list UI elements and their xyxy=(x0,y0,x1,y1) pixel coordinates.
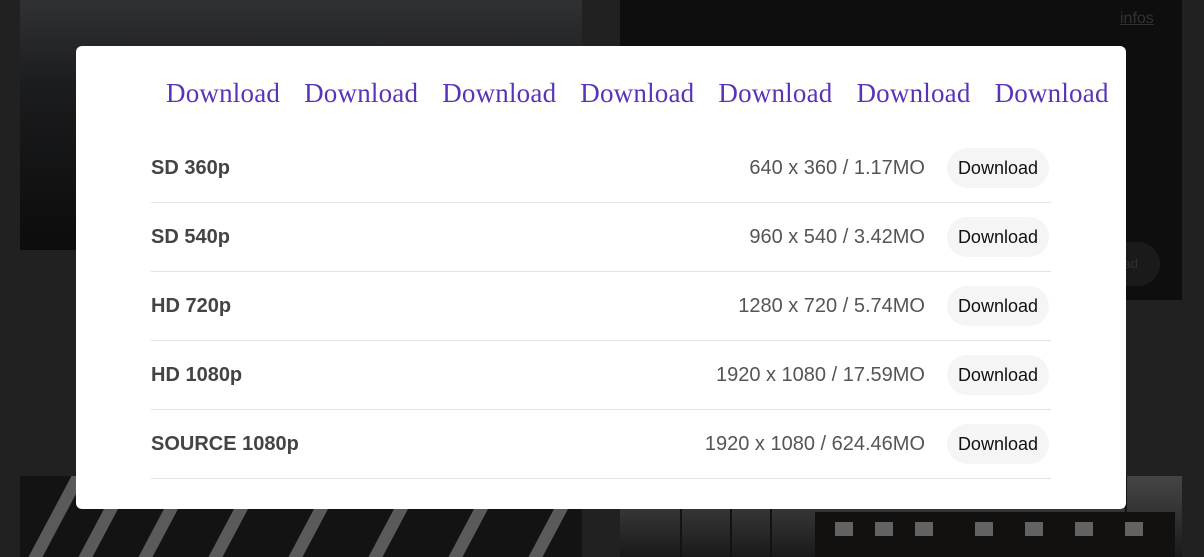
quality-label: SOURCE 1080p xyxy=(151,432,299,455)
resolution-size: 1920 x 1080 / 17.59MO xyxy=(715,363,925,386)
download-button[interactable]: Download xyxy=(946,148,1049,188)
resolution-size: 960 x 540 / 3.42MO xyxy=(749,225,925,248)
quality-row-hd-720p: HD 720p 1280 x 720 / 5.74MO Download xyxy=(151,272,1051,341)
quality-label: HD 720p xyxy=(151,294,232,317)
download-links-row: Download Download Download Download Down… xyxy=(166,78,1109,109)
quality-label: SD 360p xyxy=(151,156,230,179)
download-modal: Download Download Download Download Down… xyxy=(76,46,1126,509)
resolution-size: 1280 x 720 / 5.74MO xyxy=(738,294,925,317)
download-link[interactable]: Download xyxy=(166,78,280,109)
download-link[interactable]: Download xyxy=(304,78,418,109)
quality-label: SD 540p xyxy=(151,225,230,248)
download-button[interactable]: Download xyxy=(946,424,1049,464)
quality-label: HD 1080p xyxy=(151,363,243,386)
quality-row-sd-360p: SD 360p 640 x 360 / 1.17MO Download xyxy=(151,134,1051,203)
download-link[interactable]: Download xyxy=(856,78,970,109)
quality-row-source-1080p: SOURCE 1080p 1920 x 1080 / 624.46MO Down… xyxy=(151,410,1051,479)
resolution-size: 640 x 360 / 1.17MO xyxy=(749,156,925,179)
quality-row-hd-1080p: HD 1080p 1920 x 1080 / 17.59MO Download xyxy=(151,341,1051,410)
quality-list: SD 360p 640 x 360 / 1.17MO Download SD 5… xyxy=(151,134,1051,479)
resolution-size: 1920 x 1080 / 624.46MO xyxy=(704,432,925,455)
quality-row-sd-540p: SD 540p 960 x 540 / 3.42MO Download xyxy=(151,203,1051,272)
download-link[interactable]: Download xyxy=(442,78,556,109)
download-link[interactable]: Download xyxy=(580,78,694,109)
download-button[interactable]: Download xyxy=(946,355,1049,395)
download-button[interactable]: Download xyxy=(946,217,1049,257)
download-button[interactable]: Download xyxy=(946,286,1049,326)
download-link[interactable]: Download xyxy=(995,78,1109,109)
download-link[interactable]: Download xyxy=(718,78,832,109)
